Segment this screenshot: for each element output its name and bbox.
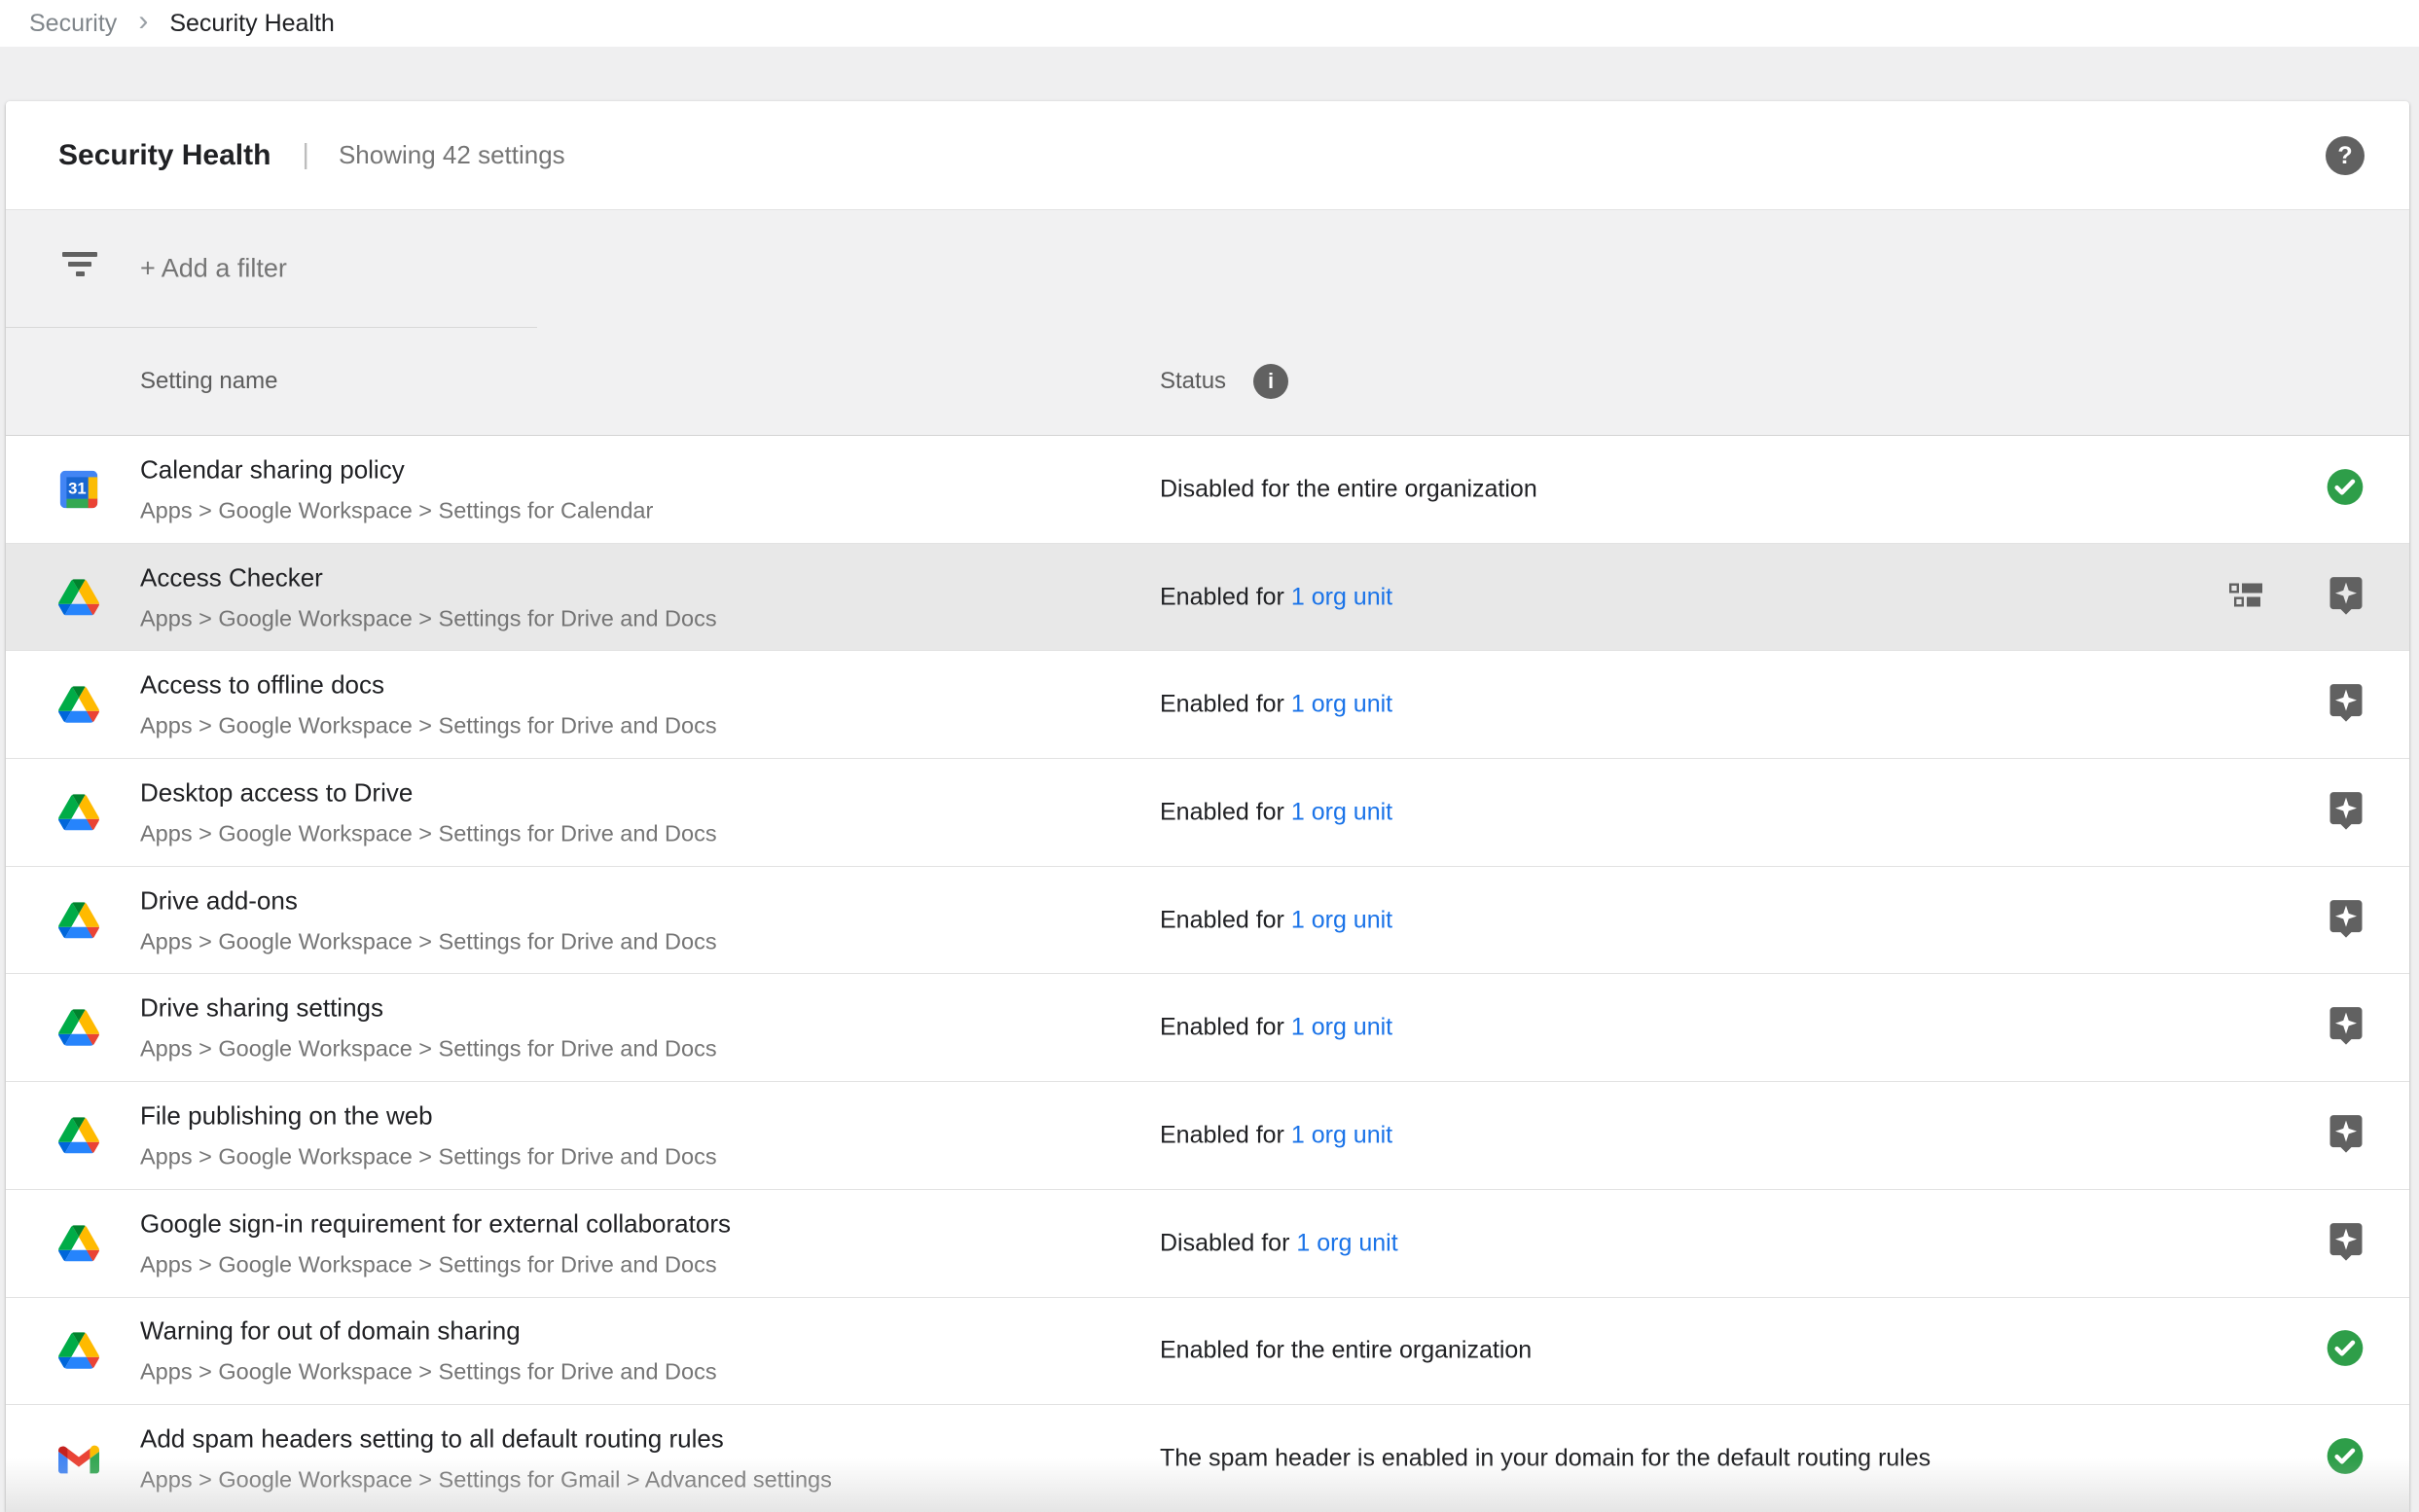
drive-app-icon — [58, 579, 99, 616]
recommendation-icon[interactable] — [2325, 896, 2367, 944]
setting-path: Apps > Google Workspace > Settings for D… — [140, 928, 717, 954]
table-row[interactable]: File publishing on the web Apps > Google… — [6, 1082, 2409, 1190]
org-unit-link[interactable]: 1 org unit — [1291, 906, 1392, 933]
recommendation-icon[interactable] — [2325, 788, 2367, 836]
org-unit-link[interactable]: 1 org unit — [1296, 1229, 1397, 1256]
setting-name: Warning for out of domain sharing — [140, 1316, 717, 1347]
recommendation-icon[interactable] — [2325, 681, 2367, 729]
recommendation-icon[interactable] — [2325, 1111, 2367, 1159]
org-unit-link[interactable]: 1 org unit — [1291, 583, 1392, 610]
status-ok-icon — [2326, 1437, 2365, 1481]
status-text: Enabled for — [1160, 1014, 1284, 1041]
settings-count: Showing 42 settings — [339, 140, 565, 170]
table-row[interactable]: Add spam headers setting to all default … — [6, 1405, 2409, 1512]
drive-app-icon — [58, 794, 99, 831]
setting-path: Apps > Google Workspace > Settings for C… — [140, 497, 653, 523]
status-text: Disabled for the entire organization — [1160, 475, 1537, 502]
status-text: Enabled for the entire organization — [1160, 1337, 1532, 1364]
setting-path: Apps > Google Workspace > Settings for D… — [140, 1143, 717, 1170]
table-row[interactable]: Warning for out of domain sharing Apps >… — [6, 1298, 2409, 1406]
setting-name: Access to offline docs — [140, 670, 717, 701]
table-row[interactable]: Access Checker Apps > Google Workspace >… — [6, 544, 2409, 652]
setting-name: Access Checker — [140, 562, 717, 593]
setting-path: Apps > Google Workspace > Settings for D… — [140, 820, 717, 846]
column-header-status: Status — [1160, 368, 1226, 395]
setting-name: Drive add-ons — [140, 885, 717, 916]
title-separator: | — [302, 139, 309, 171]
breadcrumb-current-page: Security Health — [169, 10, 335, 38]
info-icon[interactable]: i — [1253, 364, 1288, 399]
org-unit-link[interactable]: 1 org unit — [1291, 798, 1392, 825]
recommendation-icon[interactable] — [2325, 1219, 2367, 1267]
card-header: Security Health | Showing 42 settings ? — [6, 101, 2409, 210]
drive-app-icon — [58, 686, 99, 723]
setting-path: Apps > Google Workspace > Settings for D… — [140, 1359, 717, 1386]
org-scope-icon — [2229, 583, 2262, 611]
drive-app-icon — [58, 1225, 99, 1262]
filter-section: + Add a filter Setting name Status i — [6, 210, 2409, 436]
calendar-app-icon: 31 — [58, 469, 99, 510]
breadcrumb-security[interactable]: Security — [29, 10, 117, 38]
setting-name: Add spam headers setting to all default … — [140, 1424, 832, 1455]
recommendation-icon[interactable] — [2325, 1004, 2367, 1052]
breadcrumb: Security › Security Health — [0, 0, 2419, 47]
add-filter-button[interactable]: + Add a filter — [140, 254, 287, 284]
setting-name: Desktop access to Drive — [140, 777, 717, 808]
status-ok-icon — [2326, 1329, 2365, 1373]
status-text: Enabled for — [1160, 691, 1284, 718]
recommendation-icon[interactable] — [2325, 573, 2367, 621]
table-column-headers: Setting name Status i — [6, 327, 2409, 436]
svg-text:31: 31 — [68, 479, 86, 497]
table-row[interactable]: Desktop access to Drive Apps > Google Wo… — [6, 759, 2409, 867]
setting-path: Apps > Google Workspace > Settings for G… — [140, 1467, 832, 1494]
status-ok-icon — [2326, 467, 2365, 511]
filter-list-icon[interactable] — [62, 251, 97, 278]
status-text: Enabled for — [1160, 906, 1284, 933]
page-title: Security Health — [58, 139, 271, 172]
table-row[interactable]: Google sign-in requirement for external … — [6, 1190, 2409, 1298]
drive-app-icon — [58, 902, 99, 939]
org-unit-link[interactable]: 1 org unit — [1291, 1014, 1392, 1041]
settings-table: 31 Calendar sharing policy Apps > Google… — [6, 436, 2409, 1512]
drive-app-icon — [58, 1333, 99, 1370]
column-header-setting-name: Setting name — [140, 368, 277, 395]
security-health-page: Security › Security Health Security Heal… — [0, 0, 2419, 1512]
status-text: The spam header is enabled in your domai… — [1160, 1445, 1931, 1472]
setting-path: Apps > Google Workspace > Settings for D… — [140, 605, 717, 631]
drive-app-icon — [58, 1117, 99, 1154]
status-text: Enabled for — [1160, 583, 1284, 610]
setting-name: File publishing on the web — [140, 1100, 717, 1131]
org-unit-link[interactable]: 1 org unit — [1291, 691, 1392, 718]
table-row[interactable]: 31 Calendar sharing policy Apps > Google… — [6, 436, 2409, 544]
table-row[interactable]: Drive sharing settings Apps > Google Wor… — [6, 974, 2409, 1082]
filter-row: + Add a filter — [6, 210, 2409, 327]
setting-path: Apps > Google Workspace > Settings for D… — [140, 1251, 731, 1278]
drive-app-icon — [58, 1010, 99, 1047]
gmail-app-icon — [58, 1443, 99, 1474]
status-text: Enabled for — [1160, 798, 1284, 825]
breadcrumb-chevron-icon: › — [138, 5, 148, 38]
setting-name: Google sign-in requirement for external … — [140, 1208, 731, 1239]
setting-name: Calendar sharing policy — [140, 454, 653, 485]
help-icon[interactable]: ? — [2326, 136, 2365, 175]
table-row[interactable]: Access to offline docs Apps > Google Wor… — [6, 651, 2409, 759]
setting-path: Apps > Google Workspace > Settings for D… — [140, 713, 717, 739]
status-text: Enabled for — [1160, 1121, 1284, 1148]
setting-name: Drive sharing settings — [140, 993, 717, 1024]
security-health-card: Security Health | Showing 42 settings ? … — [6, 101, 2409, 1512]
org-unit-link[interactable]: 1 org unit — [1291, 1121, 1392, 1148]
table-row[interactable]: Drive add-ons Apps > Google Workspace > … — [6, 867, 2409, 975]
status-text: Disabled for — [1160, 1229, 1289, 1256]
setting-path: Apps > Google Workspace > Settings for D… — [140, 1036, 717, 1062]
column-header-status-group: Status i — [1160, 364, 1288, 399]
